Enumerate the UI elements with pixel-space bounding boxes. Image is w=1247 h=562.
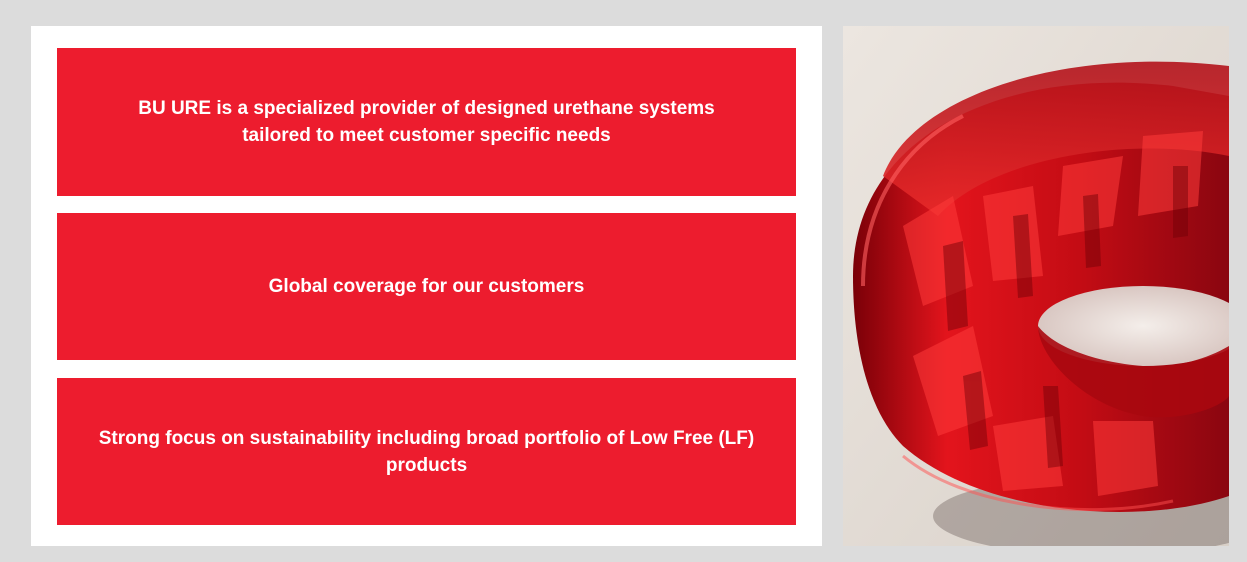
info-card-global-coverage: Global coverage for our customers xyxy=(57,213,796,360)
text-panel: BU URE is a specialized provider of desi… xyxy=(31,26,822,546)
info-card-text: BU URE is a specialized provider of desi… xyxy=(138,98,715,146)
red-urethane-wheel-photo xyxy=(843,26,1229,546)
info-card-text: Global coverage for our customers xyxy=(268,276,585,297)
info-card-sustainability: Strong focus on sustainability including… xyxy=(57,378,796,525)
product-image-panel xyxy=(843,26,1229,546)
info-card-text: Strong focus on sustainability including… xyxy=(98,427,755,476)
info-card-provider: BU URE is a specialized provider of desi… xyxy=(57,48,796,196)
